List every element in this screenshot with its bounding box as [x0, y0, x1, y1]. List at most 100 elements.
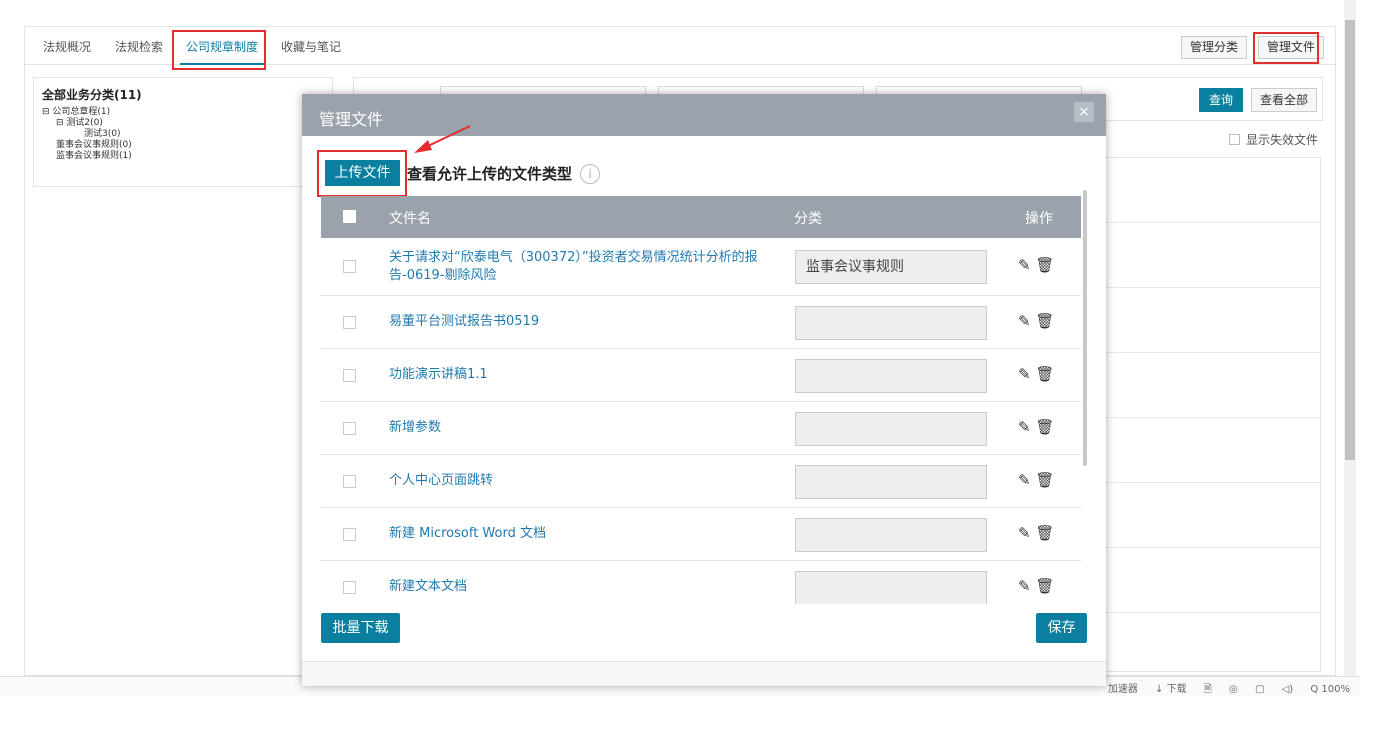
- download-label[interactable]: ↓ 下载: [1155, 684, 1187, 695]
- browser-icon[interactable]: ◎: [1229, 684, 1238, 695]
- list-divider: [1106, 222, 1320, 223]
- modal-title: 管理文件: [319, 110, 384, 129]
- row-actions: ✎ 🗑: [1018, 524, 1054, 542]
- accelerator-label[interactable]: 加速器: [1108, 684, 1138, 695]
- category-field[interactable]: [795, 306, 987, 340]
- tab-favorites-notes[interactable]: 收藏与笔记: [281, 33, 341, 61]
- row-checkbox[interactable]: [343, 316, 356, 329]
- trash-icon[interactable]: 🗑: [1035, 312, 1054, 330]
- tree-title[interactable]: 全部业务分类(11): [42, 86, 324, 103]
- row-checkbox[interactable]: [343, 581, 356, 594]
- manage-category-button[interactable]: 管理分类: [1181, 36, 1248, 59]
- tree-item-test2[interactable]: ⊟ 测试2(0): [42, 118, 324, 129]
- highlight-box-tab: [172, 30, 266, 70]
- show-invalid-toggle[interactable]: 显示失效文件: [1229, 131, 1318, 148]
- category-field[interactable]: [795, 518, 987, 552]
- column-header-category: 分类: [794, 211, 822, 227]
- show-invalid-label: 显示失效文件: [1246, 133, 1319, 147]
- modal-footer: [302, 662, 1106, 686]
- list-divider: [1106, 482, 1320, 483]
- tree-item-test3[interactable]: 测试3(0): [42, 129, 324, 140]
- highlight-box-upload: [317, 150, 407, 197]
- row-actions: ✎ 🗑: [1018, 577, 1054, 595]
- list-divider: [1106, 352, 1320, 353]
- row-checkbox[interactable]: [343, 475, 356, 488]
- tree-item-supervisor-rules[interactable]: 监事会议事规则(1): [42, 151, 324, 162]
- edit-icon[interactable]: ✎: [1018, 256, 1031, 274]
- edit-icon[interactable]: ✎: [1018, 365, 1031, 383]
- file-name-link[interactable]: 易董平台测试报告书0519: [389, 313, 779, 331]
- row-actions: ✎ 🗑: [1018, 471, 1054, 489]
- row-actions: ✎ 🗑: [1018, 365, 1054, 383]
- query-button[interactable]: 查询: [1199, 88, 1244, 112]
- file-list-background: [1105, 157, 1321, 672]
- file-table-header: 文件名 分类 操作: [321, 196, 1081, 238]
- row-actions: ✎ 🗑: [1018, 312, 1054, 330]
- edit-icon[interactable]: ✎: [1018, 471, 1031, 489]
- table-row: 个人中心页面跳转 ✎ 🗑: [321, 455, 1081, 508]
- file-name-link[interactable]: 新增参数: [389, 419, 779, 437]
- file-name-link[interactable]: 新建 Microsoft Word 文档: [389, 525, 779, 543]
- edit-icon[interactable]: ✎: [1018, 418, 1031, 436]
- file-name-link[interactable]: 关于请求对“欣泰电气（300372）”投资者交易情况统计分析的报告-0619-剔…: [389, 249, 779, 285]
- row-checkbox[interactable]: [343, 528, 356, 541]
- category-field[interactable]: [795, 465, 987, 499]
- doc-icon[interactable]: 🗎: [1204, 684, 1212, 695]
- edit-icon[interactable]: ✎: [1018, 312, 1031, 330]
- tab-regulation-overview[interactable]: 法规概况: [43, 33, 91, 61]
- allowed-file-types-link[interactable]: 查看允许上传的文件类型: [407, 163, 572, 184]
- trash-icon[interactable]: 🗑: [1035, 256, 1054, 274]
- file-name-link[interactable]: 新建文本文档: [389, 578, 779, 596]
- edit-icon[interactable]: ✎: [1018, 524, 1031, 542]
- table-row: 关于请求对“欣泰电气（300372）”投资者交易情况统计分析的报告-0619-剔…: [321, 238, 1081, 296]
- table-row: 新建文本文档 ✎ 🗑: [321, 561, 1081, 604]
- edit-icon[interactable]: ✎: [1018, 577, 1031, 595]
- view-all-button[interactable]: 查看全部: [1251, 88, 1318, 112]
- sound-icon[interactable]: ◁): [1282, 684, 1294, 695]
- row-actions: ✎ 🗑: [1018, 418, 1054, 436]
- row-checkbox[interactable]: [343, 422, 356, 435]
- list-divider: [1106, 612, 1320, 613]
- list-divider: [1106, 287, 1320, 288]
- category-tree: 全部业务分类(11) ⊟ 公司总章程(1) ⊟ 测试2(0) 测试3(0) 董事…: [33, 77, 333, 187]
- file-name-link[interactable]: 功能演示讲稿1.1: [389, 366, 779, 384]
- save-button[interactable]: 保存: [1036, 613, 1087, 643]
- category-field[interactable]: [795, 571, 987, 604]
- manage-files-modal: 管理文件 × 上传文件 查看允许上传的文件类型 i 文件名 分类 操作 关于请求…: [302, 94, 1106, 686]
- column-header-filename: 文件名: [389, 211, 431, 227]
- row-checkbox[interactable]: [343, 369, 356, 382]
- category-field[interactable]: [795, 359, 987, 393]
- trash-icon[interactable]: 🗑: [1035, 418, 1054, 436]
- row-actions: ✎ 🗑: [1018, 256, 1054, 274]
- modal-header: 管理文件 ×: [302, 94, 1106, 136]
- show-invalid-checkbox[interactable]: [1229, 134, 1240, 145]
- file-name-link[interactable]: 个人中心页面跳转: [389, 472, 779, 490]
- trash-icon[interactable]: 🗑: [1035, 471, 1054, 489]
- modal-scrollbar[interactable]: [1083, 190, 1087, 466]
- page-scrollbar[interactable]: [1344, 0, 1356, 676]
- trash-icon[interactable]: 🗑: [1035, 365, 1054, 383]
- list-divider: [1106, 547, 1320, 548]
- tree-item-board-rules[interactable]: 董事会议事规则(0): [42, 140, 324, 151]
- tab-regulation-search[interactable]: 法规检索: [115, 33, 163, 61]
- select-all-checkbox[interactable]: [343, 210, 356, 223]
- window-icon[interactable]: ▢: [1255, 684, 1264, 695]
- scrollbar-thumb[interactable]: [1345, 20, 1355, 460]
- info-icon[interactable]: i: [580, 164, 600, 184]
- row-checkbox[interactable]: [343, 260, 356, 273]
- file-table-body: 关于请求对“欣泰电气（300372）”投资者交易情况统计分析的报告-0619-剔…: [321, 238, 1081, 604]
- table-row: 新增参数 ✎ 🗑: [321, 402, 1081, 455]
- highlight-box-manage-files: [1253, 32, 1319, 64]
- category-field[interactable]: 监事会议事规则: [795, 250, 987, 284]
- table-row: 新建 Microsoft Word 文档 ✎ 🗑: [321, 508, 1081, 561]
- trash-icon[interactable]: 🗑: [1035, 577, 1054, 595]
- table-row: 功能演示讲稿1.1 ✎ 🗑: [321, 349, 1081, 402]
- category-field[interactable]: [795, 412, 987, 446]
- zoom-level[interactable]: Q 100%: [1310, 684, 1350, 695]
- trash-icon[interactable]: 🗑: [1035, 524, 1054, 542]
- tree-item-company-charter[interactable]: ⊟ 公司总章程(1): [42, 107, 324, 118]
- batch-download-button[interactable]: 批量下载: [321, 613, 400, 643]
- status-items: 加速器 ↓ 下载 🗎 ◎ ▢ ◁) Q 100%: [1094, 680, 1350, 699]
- close-icon[interactable]: ×: [1074, 102, 1094, 122]
- column-header-ops: 操作: [1025, 211, 1053, 227]
